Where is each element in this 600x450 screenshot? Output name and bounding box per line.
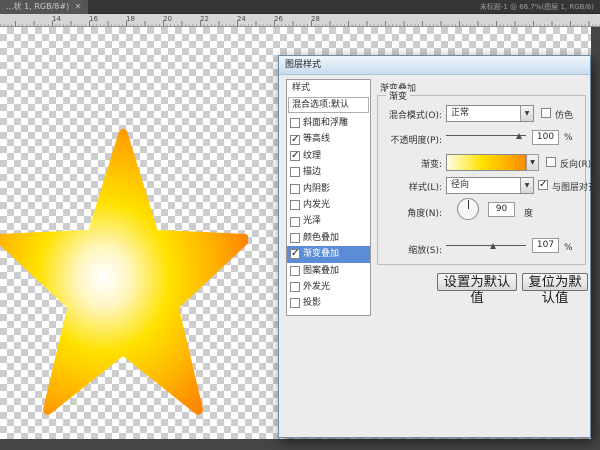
ruler-number: 26 xyxy=(274,15,283,23)
style-item-checkbox[interactable]: ✓ xyxy=(290,249,300,259)
ruler-number: 20 xyxy=(163,15,172,23)
styles-list-header[interactable]: 样式 xyxy=(287,80,370,97)
scale-unit: % xyxy=(564,243,573,253)
scale-slider[interactable] xyxy=(446,241,526,251)
style-item-checkbox[interactable] xyxy=(290,200,300,210)
reset-default-button[interactable]: 复位为默认值 xyxy=(522,273,588,291)
layer-style-dialog: 图层样式 样式 混合选项:默认 斜面和浮雕✓等高线✓纹理描边内阴影内发光光泽颜色… xyxy=(278,55,591,438)
blend-mode-label: 混合模式(O): xyxy=(378,108,442,121)
dither-label: 仿色 xyxy=(555,108,573,121)
angle-unit: 度 xyxy=(524,206,533,219)
align-label: 与图层对齐(I) xyxy=(552,180,600,193)
blending-options-item[interactable]: 混合选项:默认 xyxy=(288,97,369,113)
style-item[interactable]: 颜色叠加 xyxy=(287,230,370,246)
group-legend: 渐变 xyxy=(386,89,410,102)
styles-list: 样式 混合选项:默认 斜面和浮雕✓等高线✓纹理描边内阴影内发光光泽颜色叠加✓渐变… xyxy=(286,79,371,316)
document-tab-bar: ...状 1, RGB/8#) × 未标题-1 @ 66.7%(图层 1, RGB… xyxy=(0,0,600,14)
blend-mode-value: 正常 xyxy=(451,106,469,121)
document-tab-label: ...状 1, RGB/8#) xyxy=(6,2,69,11)
style-item-checkbox[interactable] xyxy=(290,266,300,276)
style-item[interactable]: 内阴影 xyxy=(287,181,370,197)
gradient-groupbox: 渐变 混合模式(O): 正常 ▼ 仿色 不透明度(P): 100 % 渐变: ▼… xyxy=(377,95,586,265)
star-shape xyxy=(0,112,248,427)
gradient-label: 渐变: xyxy=(378,157,442,170)
reverse-checkbox[interactable] xyxy=(546,157,556,167)
angle-dial-needle xyxy=(468,200,470,209)
opacity-value[interactable]: 100 xyxy=(532,130,559,145)
opacity-unit: % xyxy=(564,133,573,143)
opacity-slider-thumb[interactable] xyxy=(516,133,522,139)
ruler-number: 18 xyxy=(126,15,135,23)
angle-dial[interactable] xyxy=(457,198,479,220)
dialog-titlebar[interactable]: 图层样式 xyxy=(279,56,590,75)
set-default-button[interactable]: 设置为默认值 xyxy=(437,273,517,291)
angle-value[interactable]: 90 xyxy=(488,202,515,217)
style-select[interactable]: 径向 ▼ xyxy=(446,177,534,194)
chevron-down-icon: ▼ xyxy=(520,178,533,193)
tab-close-icon[interactable]: × xyxy=(74,2,82,12)
style-label: 样式(L): xyxy=(378,180,442,193)
styles-list-items: 斜面和浮雕✓等高线✓纹理描边内阴影内发光光泽颜色叠加✓渐变叠加图案叠加外发光投影 xyxy=(287,115,370,312)
style-item-label: 纹理 xyxy=(303,148,321,164)
style-item-label: 等高线 xyxy=(303,131,330,147)
chevron-down-icon: ▼ xyxy=(520,106,533,121)
scale-value[interactable]: 107 xyxy=(532,238,559,253)
style-item[interactable]: 外发光 xyxy=(287,279,370,295)
ruler-number: 24 xyxy=(237,15,246,23)
style-item[interactable]: 描边 xyxy=(287,164,370,180)
style-item[interactable]: 内发光 xyxy=(287,197,370,213)
angle-label: 角度(N): xyxy=(378,206,442,219)
dialog-title-label: 图层样式 xyxy=(285,60,321,70)
scale-slider-thumb[interactable] xyxy=(490,243,496,249)
style-item-label: 描边 xyxy=(303,164,321,180)
ruler-number: 22 xyxy=(200,15,209,23)
gradient-swatch[interactable] xyxy=(446,154,526,171)
dialog-body: 样式 混合选项:默认 斜面和浮雕✓等高线✓纹理描边内阴影内发光光泽颜色叠加✓渐变… xyxy=(279,75,590,437)
blend-mode-select[interactable]: 正常 ▼ xyxy=(446,105,534,122)
ruler-number: 16 xyxy=(89,15,98,23)
style-item-label: 渐变叠加 xyxy=(303,246,339,262)
style-item-checkbox[interactable] xyxy=(290,167,300,177)
horizontal-ruler: 14 16 18 20 22 24 26 28 xyxy=(0,14,600,27)
style-item-label: 斜面和浮雕 xyxy=(303,115,348,131)
ruler-number: 14 xyxy=(52,15,61,23)
style-item[interactable]: 投影 xyxy=(287,295,370,311)
style-item-checkbox[interactable] xyxy=(290,217,300,227)
gradient-picker-arrow-icon[interactable]: ▼ xyxy=(526,154,539,171)
right-panel-edge xyxy=(591,27,600,439)
style-item[interactable]: ✓渐变叠加 xyxy=(287,246,370,262)
style-item-label: 内发光 xyxy=(303,197,330,213)
style-item[interactable]: 光泽 xyxy=(287,213,370,229)
style-item-label: 内阴影 xyxy=(303,181,330,197)
opacity-slider-track xyxy=(446,135,526,136)
opacity-slider[interactable] xyxy=(446,131,526,141)
ruler-number: 28 xyxy=(311,15,320,23)
style-item-checkbox[interactable] xyxy=(290,298,300,308)
dither-checkbox[interactable] xyxy=(541,108,551,118)
document-tab-inactive[interactable]: 未标题-1 @ 66.7%(图层 1, RGB/8) xyxy=(476,0,598,14)
scale-slider-track xyxy=(446,245,526,246)
style-item-label: 图案叠加 xyxy=(303,263,339,279)
style-item-label: 光泽 xyxy=(303,213,321,229)
style-item-checkbox[interactable] xyxy=(290,282,300,292)
style-item[interactable]: 图案叠加 xyxy=(287,263,370,279)
style-item-checkbox[interactable]: ✓ xyxy=(290,151,300,161)
bottom-status-bar xyxy=(0,439,600,450)
scale-label: 缩放(S): xyxy=(378,243,442,256)
style-item-checkbox[interactable] xyxy=(290,233,300,243)
document-tab-active[interactable]: ...状 1, RGB/8#) × xyxy=(0,0,88,14)
style-item-label: 投影 xyxy=(303,295,321,311)
style-item-checkbox[interactable] xyxy=(290,184,300,194)
style-value: 径向 xyxy=(451,178,469,193)
style-item-checkbox[interactable]: ✓ xyxy=(290,135,300,145)
style-item-checkbox[interactable] xyxy=(290,118,300,128)
style-item-label: 外发光 xyxy=(303,279,330,295)
style-item-label: 颜色叠加 xyxy=(303,230,339,246)
align-checkbox[interactable]: ✓ xyxy=(538,180,548,190)
opacity-label: 不透明度(P): xyxy=(378,133,442,146)
reverse-label: 反向(R) xyxy=(560,157,591,170)
style-item[interactable]: ✓纹理 xyxy=(287,148,370,164)
style-item[interactable]: 斜面和浮雕 xyxy=(287,115,370,131)
style-item[interactable]: ✓等高线 xyxy=(287,131,370,147)
